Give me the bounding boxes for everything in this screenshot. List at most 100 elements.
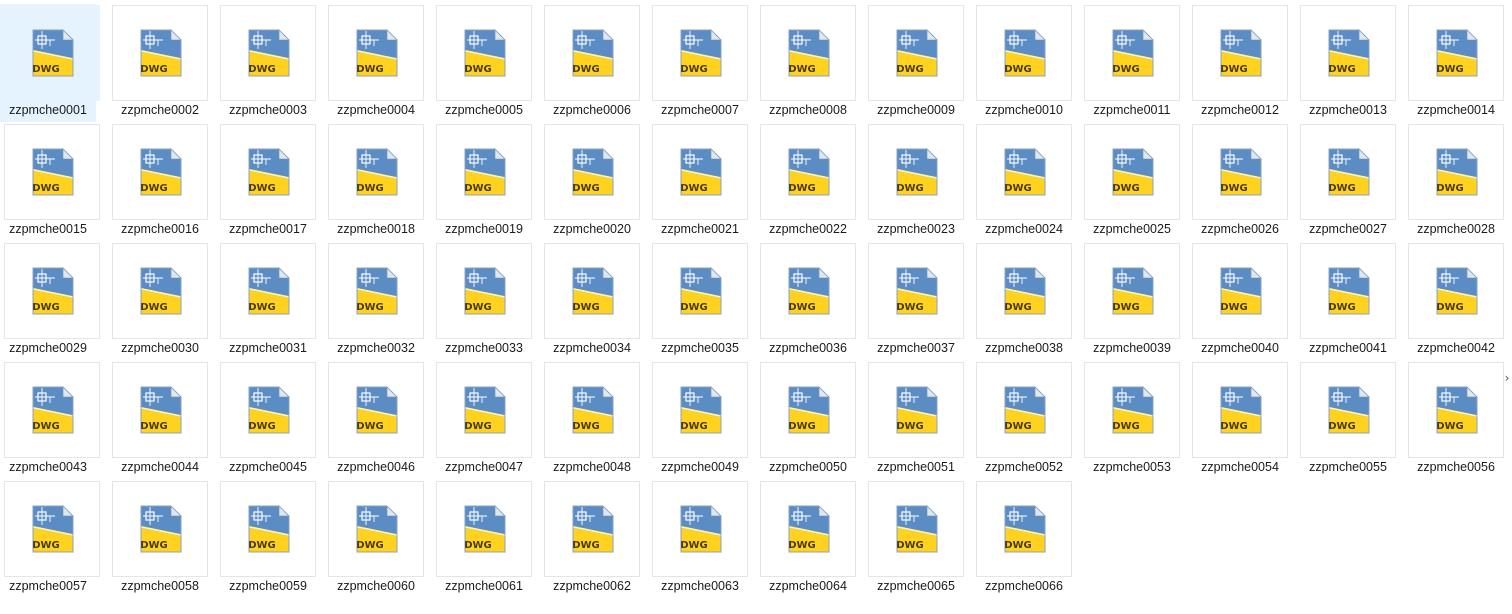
file-item-zzpmche0051[interactable]: DWG zzpmche0051 bbox=[864, 361, 972, 480]
file-thumbnail[interactable]: DWG bbox=[1084, 5, 1180, 101]
file-thumbnail[interactable]: DWG bbox=[4, 481, 100, 577]
file-item-zzpmche0016[interactable]: DWG zzpmche0016 bbox=[108, 123, 216, 242]
file-thumbnail[interactable]: DWG bbox=[652, 5, 748, 101]
file-thumbnail[interactable]: DWG bbox=[760, 362, 856, 458]
file-item-zzpmche0062[interactable]: DWG zzpmche0062 bbox=[540, 480, 648, 599]
file-item-zzpmche0015[interactable]: DWG zzpmche0015 bbox=[0, 123, 108, 242]
file-thumbnail[interactable]: DWG bbox=[328, 362, 424, 458]
file-thumbnail[interactable]: DWG bbox=[544, 124, 640, 220]
file-item-zzpmche0025[interactable]: DWG zzpmche0025 bbox=[1080, 123, 1188, 242]
file-item-zzpmche0021[interactable]: DWG zzpmche0021 bbox=[648, 123, 756, 242]
file-thumbnail[interactable]: DWG bbox=[328, 243, 424, 339]
file-thumbnail[interactable]: DWG bbox=[220, 243, 316, 339]
file-item-zzpmche0057[interactable]: DWG zzpmche0057 bbox=[0, 480, 108, 599]
file-item-zzpmche0026[interactable]: DWG zzpmche0026 bbox=[1188, 123, 1296, 242]
file-item-zzpmche0023[interactable]: DWG zzpmche0023 bbox=[864, 123, 972, 242]
file-item-zzpmche0011[interactable]: DWG zzpmche0011 bbox=[1080, 4, 1188, 123]
file-thumbnail[interactable]: DWG bbox=[976, 362, 1072, 458]
file-thumbnail[interactable]: DWG bbox=[328, 481, 424, 577]
file-item-zzpmche0022[interactable]: DWG zzpmche0022 bbox=[756, 123, 864, 242]
file-thumbnail[interactable]: DWG bbox=[112, 362, 208, 458]
file-thumbnail[interactable]: DWG bbox=[220, 362, 316, 458]
file-item-zzpmche0056[interactable]: DWG zzpmche0056 bbox=[1404, 361, 1512, 480]
file-thumbnail[interactable]: DWG bbox=[220, 5, 316, 101]
file-thumbnail[interactable]: DWG bbox=[4, 243, 100, 339]
file-thumbnail[interactable]: DWG bbox=[1300, 243, 1396, 339]
file-item-zzpmche0047[interactable]: DWG zzpmche0047 bbox=[432, 361, 540, 480]
file-thumbnail[interactable]: DWG bbox=[976, 5, 1072, 101]
file-item-zzpmche0050[interactable]: DWG zzpmche0050 bbox=[756, 361, 864, 480]
file-item-zzpmche0006[interactable]: DWG zzpmche0006 bbox=[540, 4, 648, 123]
file-thumbnail[interactable]: DWG bbox=[760, 124, 856, 220]
file-thumbnail[interactable]: DWG bbox=[1192, 5, 1288, 101]
file-thumbnail[interactable]: DWG bbox=[544, 481, 640, 577]
file-item-zzpmche0031[interactable]: DWG zzpmche0031 bbox=[216, 242, 324, 361]
file-thumbnail[interactable]: DWG bbox=[436, 362, 532, 458]
file-item-zzpmche0038[interactable]: DWG zzpmche0038 bbox=[972, 242, 1080, 361]
file-item-zzpmche0008[interactable]: DWG zzpmche0008 bbox=[756, 4, 864, 123]
file-item-zzpmche0046[interactable]: DWG zzpmche0046 bbox=[324, 361, 432, 480]
file-item-zzpmche0060[interactable]: DWG zzpmche0060 bbox=[324, 480, 432, 599]
file-thumbnail[interactable]: DWG bbox=[1192, 124, 1288, 220]
file-thumbnail[interactable]: DWG bbox=[1084, 124, 1180, 220]
file-item-zzpmche0065[interactable]: DWG zzpmche0065 bbox=[864, 480, 972, 599]
file-thumbnail[interactable]: DWG bbox=[4, 362, 100, 458]
file-item-zzpmche0036[interactable]: DWG zzpmche0036 bbox=[756, 242, 864, 361]
file-thumbnail[interactable]: DWG bbox=[868, 481, 964, 577]
file-item-zzpmche0004[interactable]: DWG zzpmche0004 bbox=[324, 4, 432, 123]
file-thumbnail[interactable]: DWG bbox=[436, 243, 532, 339]
file-thumbnail[interactable]: DWG bbox=[112, 124, 208, 220]
file-item-zzpmche0041[interactable]: DWG zzpmche0041 bbox=[1296, 242, 1404, 361]
file-thumbnail[interactable]: DWG bbox=[760, 243, 856, 339]
file-item-zzpmche0013[interactable]: DWG zzpmche0013 bbox=[1296, 4, 1404, 123]
file-thumbnail[interactable]: DWG bbox=[544, 5, 640, 101]
file-item-zzpmche0064[interactable]: DWG zzpmche0064 bbox=[756, 480, 864, 599]
file-thumbnail[interactable]: DWG bbox=[436, 124, 532, 220]
file-thumbnail[interactable]: DWG bbox=[220, 481, 316, 577]
file-thumbnail[interactable]: DWG bbox=[1300, 124, 1396, 220]
file-thumbnail[interactable]: DWG bbox=[436, 5, 532, 101]
file-item-zzpmche0005[interactable]: DWG zzpmche0005 bbox=[432, 4, 540, 123]
file-item-zzpmche0048[interactable]: DWG zzpmche0048 bbox=[540, 361, 648, 480]
file-item-zzpmche0039[interactable]: DWG zzpmche0039 bbox=[1080, 242, 1188, 361]
file-item-zzpmche0014[interactable]: DWG zzpmche0014 bbox=[1404, 4, 1512, 123]
file-item-zzpmche0044[interactable]: DWG zzpmche0044 bbox=[108, 361, 216, 480]
file-item-zzpmche0019[interactable]: DWG zzpmche0019 bbox=[432, 123, 540, 242]
file-item-zzpmche0053[interactable]: DWG zzpmche0053 bbox=[1080, 361, 1188, 480]
file-thumbnail[interactable]: DWG bbox=[652, 124, 748, 220]
file-item-zzpmche0029[interactable]: DWG zzpmche0029 bbox=[0, 242, 108, 361]
file-item-zzpmche0058[interactable]: DWG zzpmche0058 bbox=[108, 480, 216, 599]
file-item-zzpmche0028[interactable]: DWG zzpmche0028 bbox=[1404, 123, 1512, 242]
file-item-zzpmche0012[interactable]: DWG zzpmche0012 bbox=[1188, 4, 1296, 123]
file-item-zzpmche0037[interactable]: DWG zzpmche0037 bbox=[864, 242, 972, 361]
file-thumbnail[interactable]: DWG bbox=[1300, 362, 1396, 458]
file-item-zzpmche0020[interactable]: DWG zzpmche0020 bbox=[540, 123, 648, 242]
file-thumbnail[interactable]: DWG bbox=[652, 362, 748, 458]
file-item-zzpmche0043[interactable]: DWG zzpmche0043 bbox=[0, 361, 108, 480]
file-thumbnail[interactable]: DWG bbox=[1192, 243, 1288, 339]
file-item-zzpmche0040[interactable]: DWG zzpmche0040 bbox=[1188, 242, 1296, 361]
file-item-zzpmche0042[interactable]: DWG zzpmche0042 bbox=[1404, 242, 1512, 361]
file-thumbnail[interactable]: DWG bbox=[112, 481, 208, 577]
file-item-zzpmche0007[interactable]: DWG zzpmche0007 bbox=[648, 4, 756, 123]
file-item-zzpmche0030[interactable]: DWG zzpmche0030 bbox=[108, 242, 216, 361]
file-item-zzpmche0035[interactable]: DWG zzpmche0035 bbox=[648, 242, 756, 361]
file-thumbnail[interactable]: DWG bbox=[1408, 243, 1504, 339]
file-thumbnail[interactable]: DWG bbox=[760, 481, 856, 577]
file-thumbnail[interactable]: DWG bbox=[1408, 362, 1504, 458]
file-item-zzpmche0045[interactable]: DWG zzpmche0045 bbox=[216, 361, 324, 480]
file-thumbnail[interactable]: DWG bbox=[652, 243, 748, 339]
file-thumbnail[interactable]: DWG bbox=[544, 243, 640, 339]
file-thumbnail[interactable]: DWG bbox=[868, 243, 964, 339]
file-thumbnail[interactable]: DWG bbox=[976, 481, 1072, 577]
file-thumbnail[interactable]: DWG bbox=[220, 124, 316, 220]
file-item-zzpmche0018[interactable]: DWG zzpmche0018 bbox=[324, 123, 432, 242]
chevron-right-icon[interactable]: › bbox=[1502, 370, 1512, 386]
file-thumbnail[interactable]: DWG bbox=[544, 362, 640, 458]
file-item-zzpmche0059[interactable]: DWG zzpmche0059 bbox=[216, 480, 324, 599]
file-thumbnail[interactable]: DWG bbox=[1408, 124, 1504, 220]
file-thumbnail[interactable]: DWG bbox=[112, 243, 208, 339]
file-thumbnail[interactable]: DWG bbox=[328, 124, 424, 220]
file-item-zzpmche0049[interactable]: DWG zzpmche0049 bbox=[648, 361, 756, 480]
file-item-zzpmche0033[interactable]: DWG zzpmche0033 bbox=[432, 242, 540, 361]
